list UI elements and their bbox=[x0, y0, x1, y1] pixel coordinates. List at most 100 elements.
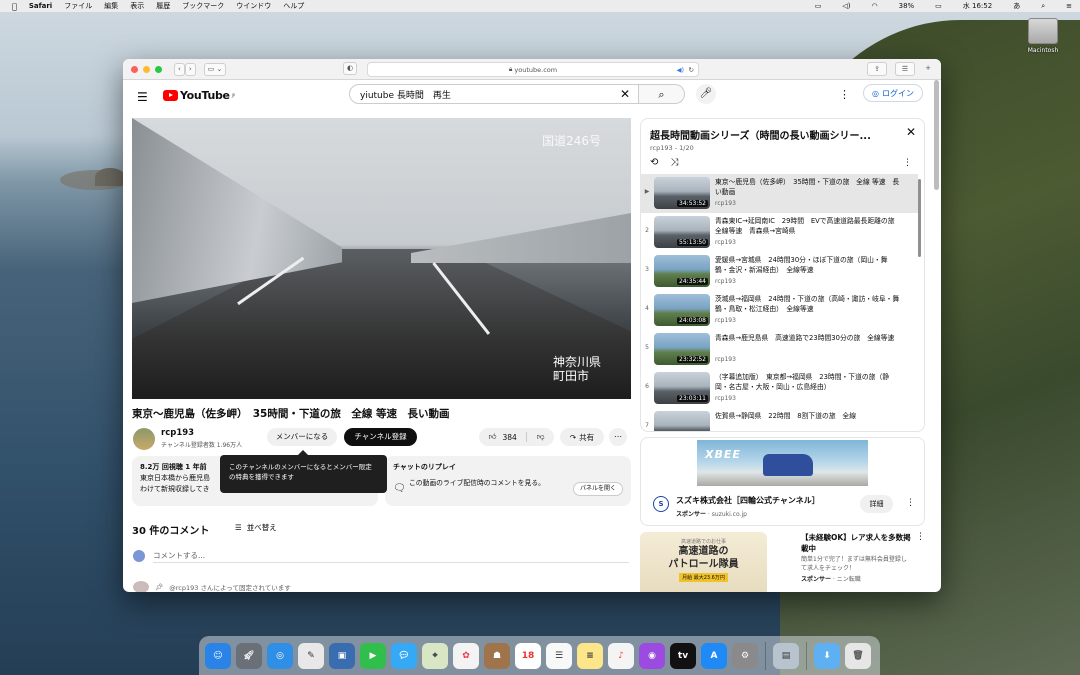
address-bar[interactable]: 🔒︎ youtube.com ◀) ↻ bbox=[367, 62, 699, 77]
launchpad-icon[interactable]: 🚀︎ bbox=[236, 642, 262, 669]
menu-edit[interactable]: 編集 bbox=[104, 1, 118, 11]
reminders-icon[interactable]: ☰ bbox=[546, 642, 572, 669]
tab-overview-button[interactable]: ☰ bbox=[895, 62, 915, 76]
settings-more-icon[interactable]: ⋮ bbox=[839, 88, 850, 101]
playlist-item[interactable]: 7 佐賀県→静岡県 22時間 8割下道の旅 全線 rcp193 bbox=[641, 408, 918, 431]
maps-icon[interactable]: ⌖ bbox=[422, 642, 448, 669]
audio-playing-icon[interactable]: ◀) bbox=[676, 66, 684, 74]
menu-help[interactable]: ヘルプ bbox=[283, 1, 304, 11]
battery-percent[interactable]: 38% bbox=[899, 2, 915, 10]
finder-icon[interactable]: ☺ bbox=[205, 642, 231, 669]
lock-icon: 🔒︎ bbox=[508, 65, 513, 73]
photos-icon[interactable]: ✿ bbox=[453, 642, 479, 669]
channel-avatar[interactable] bbox=[133, 428, 155, 450]
page-scrollbar[interactable] bbox=[934, 80, 939, 190]
textedit-icon[interactable]: ✎ bbox=[298, 642, 324, 669]
ad-banner-image[interactable]: XBEE bbox=[697, 440, 868, 486]
menu-file[interactable]: ファイル bbox=[64, 1, 92, 11]
dock-separator bbox=[806, 641, 807, 670]
safari-icon[interactable]: ◎ bbox=[267, 642, 293, 669]
menu-bookmarks[interactable]: ブックマーク bbox=[182, 1, 224, 11]
airplay-icon[interactable]: ▭ bbox=[815, 2, 822, 10]
menu-view[interactable]: 表示 bbox=[130, 1, 144, 11]
loop-icon[interactable]: ⟲ bbox=[650, 157, 658, 168]
playlist-item[interactable]: 5 23:32:52 青森県→鹿児島県 高速道路で23時間30分の旅 全線等速 … bbox=[641, 330, 918, 369]
menu-history[interactable]: 履歴 bbox=[156, 1, 170, 11]
playlist-scrollbar[interactable] bbox=[918, 179, 921, 257]
ad-card[interactable]: XBEE S スズキ株式会社［四輪公式チャンネル］ スポンサー · suzuki… bbox=[640, 437, 925, 526]
more-actions-icon[interactable]: ⋯ bbox=[609, 428, 627, 446]
podcasts-icon[interactable]: ◉ bbox=[639, 642, 665, 669]
preview-icon[interactable]: ▣ bbox=[329, 642, 355, 669]
apple-menu-icon[interactable]:  bbox=[12, 2, 17, 11]
spotlight-icon[interactable]: ⌕ bbox=[1041, 2, 1045, 11]
music-icon[interactable]: ♪ bbox=[608, 642, 634, 669]
search-input[interactable]: yiutube 長時間 再生 ✕ bbox=[349, 84, 639, 104]
app-store-icon[interactable]: A bbox=[701, 642, 727, 669]
join-member-button[interactable]: メンバーになる bbox=[267, 428, 337, 446]
new-tab-button[interactable]: + bbox=[923, 62, 933, 74]
shuffle-icon[interactable]: ⤨ bbox=[670, 157, 678, 168]
control-center-icon[interactable]: ≡ bbox=[1066, 2, 1072, 10]
channel-name[interactable]: rcp193 bbox=[161, 428, 194, 438]
facetime-icon[interactable]: ▶ bbox=[360, 642, 386, 669]
playlist-item[interactable]: 2 55:13:50 青森東IC→延岡南IC 29時間 EVで高速道路最長距離の… bbox=[641, 213, 918, 252]
menu-window[interactable]: ウインドウ bbox=[236, 1, 271, 11]
input-source-icon[interactable]: あ bbox=[1013, 1, 1020, 11]
search-button[interactable]: ⌕ bbox=[639, 84, 685, 104]
now-playing-icon: ▶ bbox=[644, 188, 650, 195]
reload-icon[interactable]: ↻ bbox=[689, 66, 694, 74]
back-button[interactable]: ‹ bbox=[174, 62, 185, 76]
wifi-icon[interactable]: ◠ bbox=[872, 2, 878, 10]
menu-app-name[interactable]: Safari bbox=[29, 2, 52, 10]
ad2-more-icon[interactable]: ⋮ bbox=[916, 532, 925, 542]
apple-tv-icon[interactable]: tv bbox=[670, 642, 696, 669]
desktop-drive[interactable]: Macintosh bbox=[1026, 18, 1060, 54]
ad-details-button[interactable]: 詳細 bbox=[860, 495, 893, 513]
sort-comments-button[interactable]: ☰ 並べ替え bbox=[235, 522, 277, 533]
volume-icon[interactable]: ◁) bbox=[842, 2, 850, 10]
youtube-logo[interactable]: YouTube JP bbox=[163, 89, 235, 102]
ad2-description: 簡単1分で完了！まずは無料会員登録して求人をチェック！ bbox=[801, 556, 907, 572]
dislike-button[interactable]: 👎︎ bbox=[527, 432, 554, 442]
battery-icon[interactable]: ▭ bbox=[935, 2, 942, 10]
privacy-shield-icon[interactable]: ◐ bbox=[343, 62, 358, 75]
screenshot-thumbnail-icon[interactable]: ▤ bbox=[773, 642, 799, 669]
playlist-item[interactable]: 4 24:03:08 茨城県→福岡県 24時間・下道の旅（高崎・諏訪・岐阜・舞鶴… bbox=[641, 291, 918, 330]
ad-more-icon[interactable]: ⋮ bbox=[906, 498, 915, 508]
close-playlist-icon[interactable]: ✕ bbox=[906, 125, 916, 139]
notes-icon[interactable]: ≡ bbox=[577, 642, 603, 669]
playlist-thumbnail: 23:03:11 bbox=[654, 372, 710, 404]
playlist-item[interactable]: 6 23:03:11 （字幕追加版） 東京都→福岡県 23時間・下道の旅（静岡・… bbox=[641, 369, 918, 408]
login-button[interactable]: ◎ ログイン bbox=[863, 84, 923, 102]
system-preferences-icon[interactable]: ⚙ bbox=[732, 642, 758, 669]
ad2-title[interactable]: 【未経験OK】レア求人を多数掲載中 bbox=[801, 532, 911, 554]
open-panel-button[interactable]: パネルを開く bbox=[572, 482, 623, 496]
microphone-icon: 🎤︎ bbox=[699, 88, 713, 99]
minimize-window-button[interactable] bbox=[143, 65, 150, 73]
share-browser-button[interactable]: ⇪ bbox=[867, 62, 887, 76]
clear-search-icon[interactable]: ✕ bbox=[620, 87, 630, 101]
messages-icon[interactable]: 💬︎ bbox=[391, 642, 417, 669]
downloads-folder-icon[interactable]: ⬇ bbox=[814, 642, 840, 669]
sidebar-button[interactable]: ▭ ⌄ bbox=[203, 62, 227, 76]
close-window-button[interactable] bbox=[131, 65, 138, 73]
zoom-window-button[interactable] bbox=[155, 65, 162, 73]
menu-hamburger-icon[interactable]: ☰ bbox=[137, 90, 148, 104]
ad2-thumbnail[interactable]: 高速道路でのお仕事 高速道路の パトロール隊員 月給 最大23.6万円 bbox=[640, 532, 767, 592]
trash-icon[interactable]: 🗑︎ bbox=[845, 642, 871, 669]
playlist-title[interactable]: 超長時間動画シリーズ（時間の長い動画シリー... bbox=[650, 127, 898, 142]
comment-input[interactable]: コメントする... bbox=[153, 550, 629, 563]
forward-button[interactable]: › bbox=[184, 62, 196, 76]
contacts-icon[interactable]: ☗ bbox=[484, 642, 510, 669]
playlist-item[interactable]: 3 24:35:44 愛媛県→宮城県 24時間30分・ほぼ下道の旅（岡山・舞鶴・… bbox=[641, 252, 918, 291]
playlist-more-icon[interactable]: ⋮ bbox=[903, 158, 912, 168]
calendar-icon[interactable]: 18 bbox=[515, 642, 541, 669]
share-button[interactable]: ↷ 共有 bbox=[560, 428, 604, 446]
voice-search-button[interactable]: 🎤︎ bbox=[696, 84, 716, 104]
menu-clock[interactable]: 水 16:52 bbox=[963, 1, 992, 11]
like-button[interactable]: 👍︎ 384 bbox=[479, 432, 528, 442]
video-player[interactable]: 国道246号 神奈川県 町田市 bbox=[132, 118, 631, 399]
subscribe-button[interactable]: チャンネル登録 bbox=[344, 428, 417, 446]
playlist-item[interactable]: ▶ 34:53:52 東京〜鹿児島（佐多岬） 35時間・下道の旅 全線 等速 長… bbox=[641, 174, 918, 213]
